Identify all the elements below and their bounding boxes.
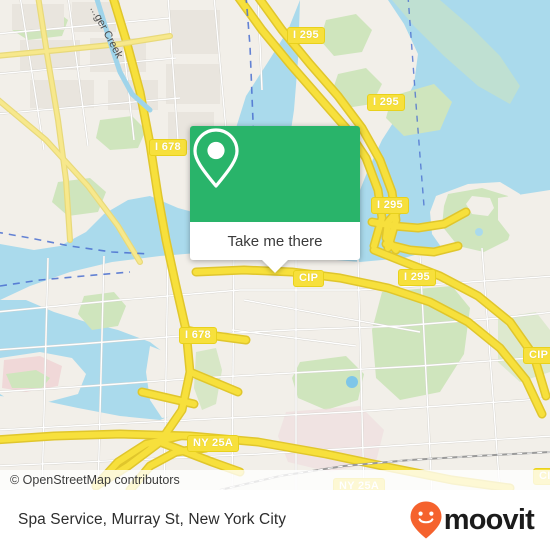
highway-shield: NY 25A: [187, 435, 240, 452]
place-title: Spa Service, Murray St, New York City: [18, 511, 287, 528]
popup-footer[interactable]: Take me there: [190, 222, 360, 273]
popup-pointer-tail: [262, 260, 288, 273]
island-pond: [475, 228, 483, 236]
map-attribution-bar: © OpenStreetMap contributors: [0, 470, 550, 490]
place-popup-card[interactable]: Take me there: [190, 126, 360, 273]
take-me-there-label: Take me there: [227, 232, 323, 250]
highway-shield: CIP: [293, 270, 325, 287]
popup-header: [190, 126, 360, 222]
attribution-text[interactable]: © OpenStreetMap contributors: [0, 473, 180, 487]
bottom-info-bar: Spa Service, Murray St, New York City mo…: [0, 490, 550, 550]
map-canvas[interactable]: I 295 I 295 I 678 I 295 I 295 CIP I 678 …: [0, 0, 550, 490]
moovit-brand[interactable]: moovit: [409, 500, 535, 540]
highway-shield: I 295: [371, 197, 409, 214]
highway-shield: I 295: [398, 269, 436, 286]
highway-shield: I 295: [367, 94, 405, 111]
map-screenshot: I 295 I 295 I 678 I 295 I 295 CIP I 678 …: [0, 0, 550, 550]
highway-shield: I 678: [149, 139, 187, 156]
highway-shield: I 295: [287, 27, 325, 44]
location-pin-icon: [193, 128, 239, 188]
highway-shield: CIP: [523, 347, 550, 364]
pond-south: [346, 376, 358, 388]
highway-shield: I 678: [179, 327, 217, 344]
moovit-pin-icon: [410, 501, 442, 539]
moovit-wordmark: moovit: [443, 503, 535, 536]
